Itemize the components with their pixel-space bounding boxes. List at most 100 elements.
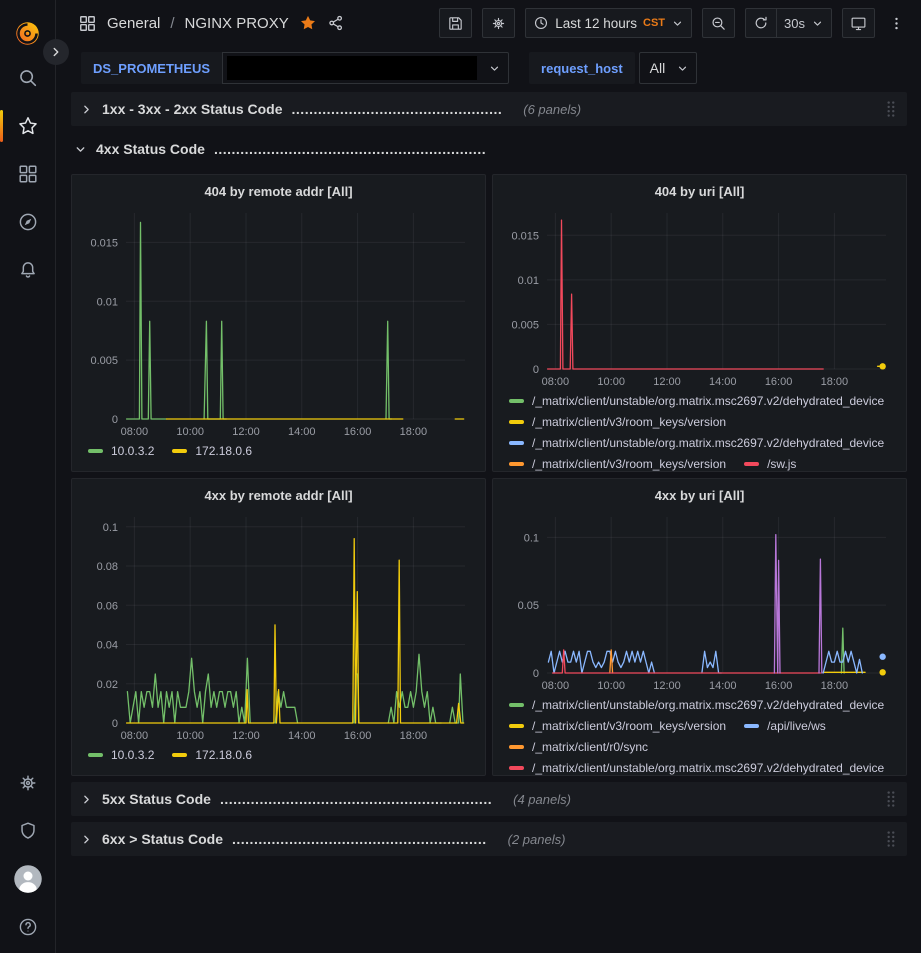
breadcrumb-section[interactable]: General (107, 15, 160, 32)
panel-title[interactable]: 404 by remote addr [All] (82, 181, 475, 205)
svg-text:18:00: 18:00 (400, 730, 428, 742)
legend-item[interactable]: /_matrix/client/unstable/org.matrix.msc2… (509, 698, 884, 712)
variable-request-host: request_host All (529, 52, 697, 84)
refresh-controls: 30s (745, 8, 832, 38)
legend-swatch (88, 753, 103, 757)
drag-handle-icon[interactable] (883, 828, 898, 850)
legend-item[interactable]: 172.18.0.6 (172, 748, 252, 762)
svg-text:0.02: 0.02 (97, 679, 118, 691)
chevron-down-icon (671, 17, 684, 30)
grafana-app: General / NGINX PROXY (0, 0, 921, 953)
bell-icon (17, 259, 39, 281)
svg-text:18:00: 18:00 (821, 376, 849, 388)
timeseries-chart[interactable]: 08:0010:0012:0014:0016:0018:0000.0050.01… (503, 205, 896, 391)
breadcrumb-separator: / (170, 15, 174, 32)
more-options-button[interactable] (885, 8, 907, 38)
row-4xx[interactable]: 4xx Status Code ........................… (71, 132, 907, 166)
legend-item[interactable]: /_matrix/client/unstable/org.matrix.msc2… (509, 436, 884, 450)
datasource-variable-label[interactable]: DS_PROMETHEUS (81, 52, 222, 84)
legend-item[interactable]: 172.18.0.6 (172, 444, 252, 458)
legend-label: /sw.js (767, 457, 796, 471)
svg-text:0: 0 (112, 414, 118, 426)
sidebar-item-dashboards[interactable] (0, 150, 55, 198)
legend-item[interactable]: /_matrix/client/v3/room_keys/version (509, 415, 726, 429)
legend-swatch (509, 462, 524, 466)
timeseries-chart[interactable]: 08:0010:0012:0014:0016:0018:0000.050.1 (503, 509, 896, 695)
row-title-dots: ........................................… (292, 101, 503, 117)
legend-item[interactable]: /api/live/ws (744, 719, 826, 733)
legend-item[interactable]: 10.0.3.2 (88, 444, 154, 458)
svg-text:16:00: 16:00 (344, 426, 372, 438)
sidebar-item-explore[interactable] (0, 198, 55, 246)
panel-grid: 404 by remote addr [All] 08:0010:0012:00… (71, 174, 907, 472)
svg-text:18:00: 18:00 (821, 680, 849, 692)
svg-text:16:00: 16:00 (765, 680, 793, 692)
save-dashboard-button[interactable] (439, 8, 472, 38)
shield-icon (17, 820, 39, 842)
timeseries-chart[interactable]: 08:0010:0012:0014:0016:0018:0000.0050.01… (82, 205, 475, 441)
sidebar-item-alerting[interactable] (0, 246, 55, 294)
share-button[interactable] (327, 14, 345, 32)
chart-legend: /_matrix/client/unstable/org.matrix.msc2… (503, 695, 896, 775)
svg-text:16:00: 16:00 (765, 376, 793, 388)
request-host-variable-label[interactable]: request_host (529, 52, 635, 84)
chart-legend: 10.0.3.2 172.18.0.6 (82, 745, 475, 762)
row-5xx[interactable]: 5xx Status Code ........................… (71, 782, 907, 816)
refresh-button[interactable] (745, 8, 776, 38)
row-panel-count: (2 panels) (508, 832, 566, 847)
legend-item[interactable]: /_matrix/client/v3/room_keys/version (509, 719, 726, 733)
request-host-variable-select[interactable]: All (639, 52, 698, 84)
dashboards-icon (17, 163, 39, 185)
row-panel-count: (4 panels) (513, 792, 571, 807)
legend-item[interactable]: /_matrix/client/unstable/org.matrix.msc2… (509, 394, 884, 408)
timeseries-chart[interactable]: 08:0010:0012:0014:0016:0018:0000.020.040… (82, 509, 475, 745)
datasource-variable-select[interactable] (222, 52, 509, 84)
panel-title[interactable]: 4xx by uri [All] (503, 485, 896, 509)
svg-text:14:00: 14:00 (709, 680, 737, 692)
legend-swatch (509, 724, 524, 728)
row-6xx[interactable]: 6xx > Status Code ......................… (71, 822, 907, 856)
refresh-interval-dropdown[interactable]: 30s (776, 8, 832, 38)
svg-text:12:00: 12:00 (232, 730, 260, 742)
sidebar-item-profile[interactable] (0, 855, 55, 903)
svg-text:14:00: 14:00 (288, 730, 316, 742)
svg-text:0.015: 0.015 (511, 230, 539, 242)
sidebar-item-configuration[interactable] (0, 759, 55, 807)
panel-404-by-remote-addr: 404 by remote addr [All] 08:0010:0012:00… (71, 174, 486, 472)
sidebar-item-server-admin[interactable] (0, 807, 55, 855)
legend-item[interactable]: /_matrix/client/unstable/org.matrix.msc2… (509, 761, 884, 775)
dashboard-settings-button[interactable] (482, 8, 515, 38)
panel-title[interactable]: 404 by uri [All] (503, 181, 896, 205)
drag-handle-icon[interactable] (883, 98, 898, 120)
request-host-variable-value: All (640, 60, 670, 76)
main-area: General / NGINX PROXY (56, 0, 921, 953)
legend-item[interactable]: /sw.js (744, 457, 796, 471)
drag-handle-icon[interactable] (883, 788, 898, 810)
monitor-icon (850, 15, 867, 32)
sidebar-item-help[interactable] (0, 903, 55, 951)
legend-swatch (509, 441, 524, 445)
legend-item[interactable]: /_matrix/client/r0/sync (509, 740, 648, 754)
legend-item[interactable]: 10.0.3.2 (88, 748, 154, 762)
svg-text:08:00: 08:00 (542, 680, 570, 692)
row-1xx-3xx-2xx[interactable]: 1xx - 3xx - 2xx Status Code ............… (71, 92, 907, 126)
svg-text:0.05: 0.05 (518, 600, 539, 612)
save-icon (447, 15, 464, 32)
sidebar (0, 0, 56, 953)
favorite-star-button[interactable] (299, 14, 317, 32)
panel-title[interactable]: 4xx by remote addr [All] (82, 485, 475, 509)
gear-icon (490, 15, 507, 32)
sidebar-expand-button[interactable] (43, 39, 69, 65)
time-range-picker[interactable]: Last 12 hours CST (525, 8, 692, 38)
legend-swatch (509, 703, 524, 707)
cycle-view-mode-button[interactable] (842, 8, 875, 38)
legend-label: 10.0.3.2 (111, 748, 154, 762)
chevron-down-icon (481, 62, 508, 75)
legend-swatch (744, 462, 759, 466)
legend-item[interactable]: /_matrix/client/v3/room_keys/version (509, 457, 726, 471)
dashboard-grid-icon[interactable] (78, 14, 97, 33)
zoom-out-button[interactable] (702, 8, 735, 38)
sidebar-item-starred[interactable] (0, 102, 55, 150)
svg-text:12:00: 12:00 (232, 426, 260, 438)
breadcrumb-title[interactable]: NGINX PROXY (185, 15, 289, 32)
